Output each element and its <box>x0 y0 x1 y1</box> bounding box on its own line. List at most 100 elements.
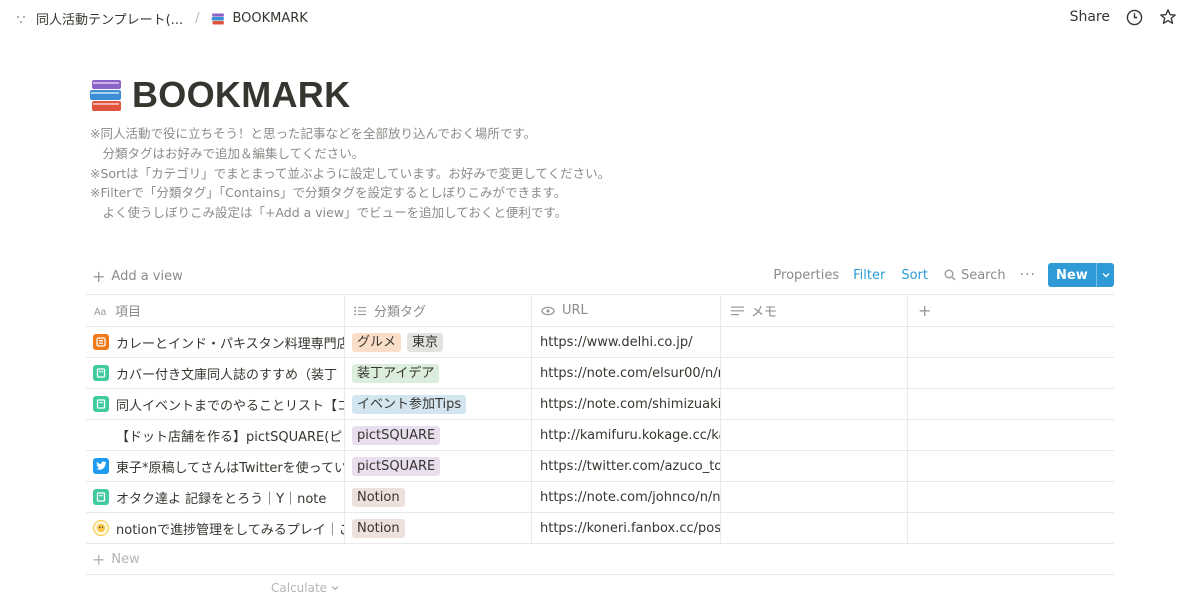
view-toolbar: + Add a view Properties Filter Sort Sear… <box>86 262 1114 288</box>
tag-badge: 装丁アイデア <box>352 363 440 383</box>
share-button[interactable]: Share <box>1070 9 1110 25</box>
empty-cell <box>908 420 1114 450</box>
calculate-label: Calculate <box>271 581 328 595</box>
row-url[interactable]: https://note.com/johnco/n/nb6 <box>540 490 720 505</box>
new-row-button[interactable]: + New <box>86 545 1114 575</box>
note-icon <box>93 365 109 381</box>
books-icon <box>211 12 225 26</box>
row-url[interactable]: https://note.com/shimizuakila/n <box>540 397 720 412</box>
breadcrumb-parent[interactable]: 同人活動テンプレート(... <box>36 9 183 28</box>
breadcrumb-current[interactable]: BOOKMARK <box>232 11 307 26</box>
calculate-button[interactable]: Calculate <box>271 581 340 595</box>
url-cell[interactable]: https://note.com/johnco/n/nb6 <box>532 482 721 512</box>
description-line: ※Sortは「カテゴリ」でまとまって並ぶように設定しています。お好みで変更してく… <box>90 165 611 181</box>
page-description[interactable]: ※同人活動で役に立ちそう！と思った記事などを全部放り込んでおく場所です。 分類タ… <box>90 124 610 223</box>
row-url[interactable]: https://note.com/elsur00/n/nbf <box>540 366 720 381</box>
search-label: Search <box>960 267 1006 283</box>
url-cell[interactable]: https://twitter.com/azuco_toke <box>532 451 721 481</box>
title-cell[interactable]: 同人イベントまでのやることリスト【コ <box>86 389 345 419</box>
memo-cell[interactable] <box>721 420 908 450</box>
search-button[interactable]: Search <box>944 268 1006 283</box>
clock-icon[interactable] <box>1124 7 1144 27</box>
memo-cell[interactable] <box>721 513 908 543</box>
fanbox-icon <box>93 520 109 536</box>
column-label: メモ <box>751 305 778 320</box>
title-cell[interactable]: カバー付き文庫同人誌のすすめ（装丁 <box>86 358 345 388</box>
view-actions: Properties Filter Sort Search ··· New <box>773 262 1114 288</box>
top-bar: 同人活動テンプレート(... / BOOKMARK Share <box>0 0 1200 38</box>
memo-cell[interactable] <box>721 451 908 481</box>
url-cell[interactable]: https://www.delhi.co.jp/ <box>532 327 721 357</box>
row-title: カバー付き文庫同人誌のすすめ（装丁 <box>116 367 338 383</box>
url-cell[interactable]: https://note.com/shimizuakila/n <box>532 389 721 419</box>
table-row[interactable]: 【ドット店舗を作る】pictSQUARE(ピク pictSQUARE http:… <box>86 420 1114 451</box>
url-cell[interactable]: https://note.com/elsur00/n/nbf <box>532 358 721 388</box>
column-header-url[interactable]: URL <box>532 295 721 326</box>
row-title: notionで進捗管理をしてみるプレイ｜こ <box>116 522 344 538</box>
url-cell[interactable]: http://kamifuru.kokage.cc/kami <box>532 420 721 450</box>
table-row[interactable]: カバー付き文庫同人誌のすすめ（装丁 装丁アイデア https://note.co… <box>86 358 1114 389</box>
tags-cell[interactable]: pictSQUARE <box>345 451 532 481</box>
row-title: 東子*原稿してさんはTwitterを使ってい <box>116 460 344 476</box>
tags-cell[interactable]: グルメ 東京 <box>345 327 532 357</box>
filter-button[interactable]: Filter <box>853 268 885 283</box>
breadcrumb-separator: / <box>195 11 200 26</box>
new-row-label: New <box>111 552 140 567</box>
row-url[interactable]: https://www.delhi.co.jp/ <box>540 335 693 350</box>
memo-cell[interactable] <box>721 389 908 419</box>
chevron-down-icon[interactable] <box>1096 263 1114 287</box>
empty-cell <box>908 358 1114 388</box>
column-label: URL <box>562 303 588 318</box>
row-url[interactable]: https://twitter.com/azuco_toke <box>540 459 720 474</box>
text-icon <box>729 306 745 316</box>
table-row[interactable]: カレーとインド・パキスタン料理専門店 グルメ 東京 https://www.de… <box>86 327 1114 358</box>
tag-badge: グルメ <box>352 332 402 352</box>
tags-cell[interactable]: Notion <box>345 482 532 512</box>
top-actions: Share <box>1070 7 1178 27</box>
title-cell[interactable]: 【ドット店舗を作る】pictSQUARE(ピク <box>86 420 345 450</box>
add-view-button[interactable]: + Add a view <box>92 267 183 286</box>
table-row[interactable]: オタク達よ 記録をとろう｜Y｜note Notion https://note.… <box>86 482 1114 513</box>
row-url[interactable]: http://kamifuru.kokage.cc/kami <box>540 428 720 443</box>
column-header-tags[interactable]: 分類タグ <box>345 295 532 326</box>
title-cell[interactable]: notionで進捗管理をしてみるプレイ｜こ <box>86 513 345 543</box>
add-view-label: Add a view <box>111 269 183 284</box>
tags-cell[interactable]: 装丁アイデア <box>345 358 532 388</box>
title-cell[interactable]: オタク達よ 記録をとろう｜Y｜note <box>86 482 345 512</box>
memo-cell[interactable] <box>721 327 908 357</box>
add-column-button[interactable]: + <box>908 295 1114 326</box>
page-title[interactable]: BOOKMARK <box>132 74 350 116</box>
tags-cell[interactable]: Notion <box>345 513 532 543</box>
sort-button[interactable]: Sort <box>901 268 928 283</box>
table-row[interactable]: 東子*原稿してさんはTwitterを使ってい pictSQUARE https:… <box>86 451 1114 482</box>
tag-badge: pictSQUARE <box>352 456 441 476</box>
tag-badge: Notion <box>352 518 405 538</box>
memo-cell[interactable] <box>721 482 908 512</box>
new-button[interactable]: New <box>1048 263 1114 287</box>
sidebar-toggle-icon[interactable] <box>14 12 28 26</box>
row-url[interactable]: https://koneri.fanbox.cc/posts/ <box>540 521 720 536</box>
row-title: 【ドット店舗を作る】pictSQUARE(ピク <box>116 429 344 445</box>
memo-cell[interactable] <box>721 358 908 388</box>
tag-badge: pictSQUARE <box>352 425 441 445</box>
empty-cell <box>908 482 1114 512</box>
properties-button[interactable]: Properties <box>773 268 839 283</box>
more-options-button[interactable]: ··· <box>1020 267 1036 283</box>
books-icon[interactable] <box>88 77 124 113</box>
table-row[interactable]: 同人イベントまでのやることリスト【コ イベント参加Tips https://no… <box>86 389 1114 420</box>
table-row[interactable]: notionで進捗管理をしてみるプレイ｜こ Notion https://kon… <box>86 513 1114 544</box>
url-cell[interactable]: https://koneri.fanbox.cc/posts/ <box>532 513 721 543</box>
description-line: 分類タグはお好みで追加＆編集してください。 <box>90 145 365 161</box>
title-cell[interactable]: 東子*原稿してさんはTwitterを使ってい <box>86 451 345 481</box>
star-icon[interactable] <box>1158 7 1178 27</box>
note-icon <box>93 396 109 412</box>
row-title: オタク達よ 記録をとろう｜Y｜note <box>116 491 327 507</box>
column-header-memo[interactable]: メモ <box>721 295 908 326</box>
title-cell[interactable]: カレーとインド・パキスタン料理専門店 <box>86 327 345 357</box>
tags-cell[interactable]: イベント参加Tips <box>345 389 532 419</box>
page-header: BOOKMARK <box>88 74 350 116</box>
column-header-title[interactable]: Aa 項目 <box>86 295 345 326</box>
blank-icon <box>93 427 109 443</box>
search-icon <box>944 269 956 281</box>
tags-cell[interactable]: pictSQUARE <box>345 420 532 450</box>
